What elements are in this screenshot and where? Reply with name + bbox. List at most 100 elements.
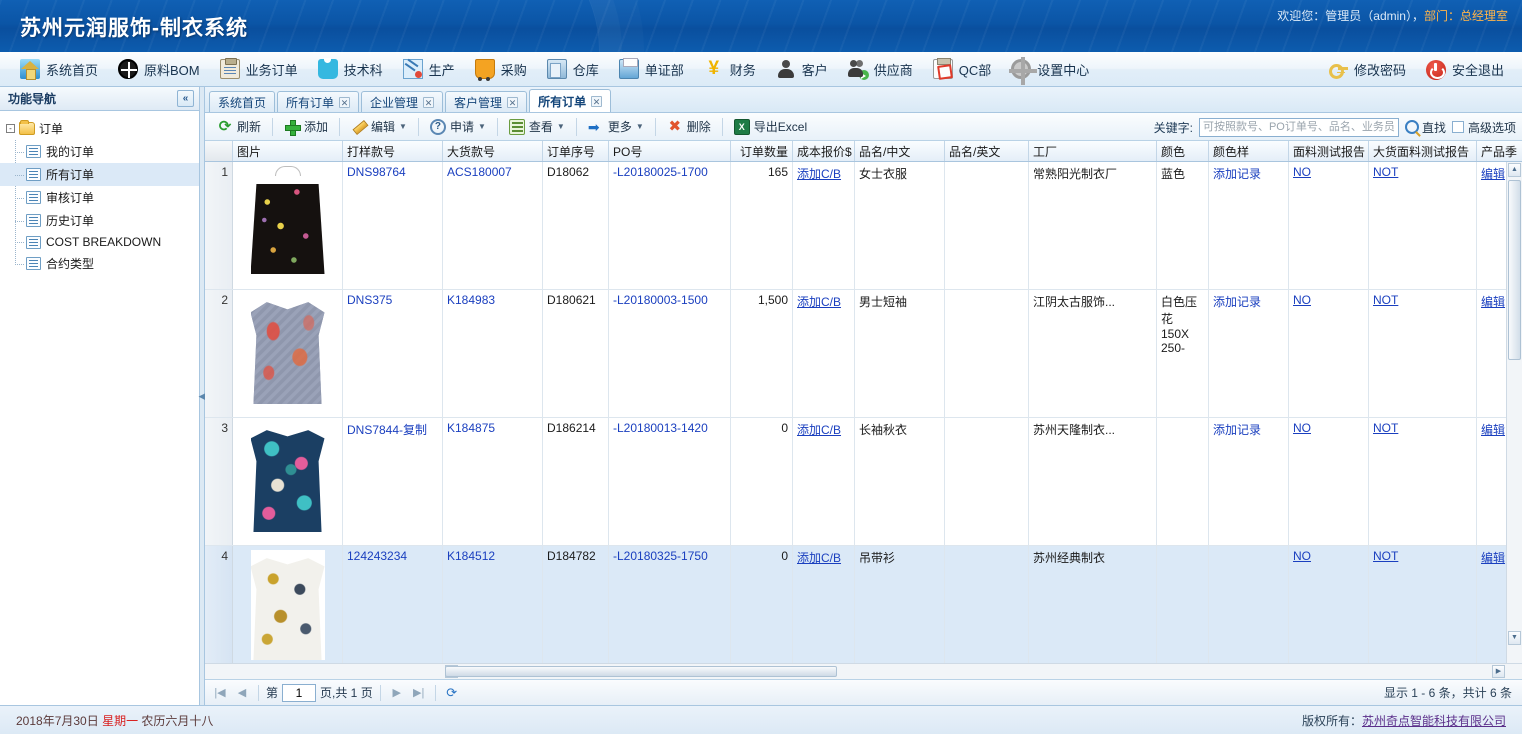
fabric-test-link[interactable]: NO	[1293, 165, 1311, 179]
sidebar-item-history-orders[interactable]: 历史订单	[0, 209, 199, 232]
bulk-no-link[interactable]: K184875	[447, 421, 495, 435]
po-no-link[interactable]: -L20180013-1420	[613, 421, 708, 435]
reload-grid-button[interactable]: ⟳	[443, 684, 461, 702]
export-excel-button[interactable]: X 导出Excel	[726, 115, 815, 139]
last-page-button[interactable]: ▶|	[410, 684, 428, 702]
vertical-scroll-thumb[interactable]	[1508, 180, 1521, 360]
prev-page-button[interactable]: ◀	[233, 684, 251, 702]
advanced-options-toggle[interactable]: 高级选项	[1451, 119, 1516, 136]
menu-item-business-order[interactable]: 业务订单	[210, 53, 308, 86]
menu-item-qc[interactable]: QC部	[923, 53, 1002, 86]
copyright-company-link[interactable]: 苏州奇点智能科技有限公司	[1362, 714, 1506, 728]
more-button[interactable]: ➡ 更多 ▼	[580, 115, 652, 139]
column-header-color[interactable]: 颜色	[1157, 141, 1209, 161]
table-row[interactable]: 3 DNS7844-复制 K184875 D186214 -L20180013-…	[205, 418, 1522, 546]
fabric-test-link[interactable]: NO	[1293, 549, 1311, 563]
add-button[interactable]: 添加	[276, 115, 336, 139]
menu-item-bom[interactable]: 原料BOM	[108, 53, 210, 86]
horizontal-scroll-thumb[interactable]	[445, 666, 837, 677]
add-cost-breakdown-link[interactable]: 添加C/B	[797, 551, 841, 565]
apply-button[interactable]: ? 申请 ▼	[422, 115, 494, 139]
column-header-name-en[interactable]: 品名/英文	[945, 141, 1029, 161]
sample-no-link[interactable]: DNS7844-复制	[347, 423, 427, 437]
table-row[interactable]: 4 124243234 K184512 D184782 -L20180325-1…	[205, 546, 1522, 663]
menu-item-purchase[interactable]: 采购	[465, 53, 537, 86]
grid-horizontal-scrollbar[interactable]: ◀ ▶	[205, 663, 1522, 679]
first-page-button[interactable]: |◀	[211, 684, 229, 702]
sidebar-item-contract-type[interactable]: 合约类型	[0, 252, 199, 275]
season-edit-link[interactable]: 编辑	[1481, 167, 1505, 181]
tab-all-orders-1[interactable]: 所有订单 ✕	[277, 91, 360, 112]
tree-toggle-icon[interactable]: -	[6, 124, 15, 133]
tab-enterprise-management[interactable]: 企业管理 ✕	[361, 91, 444, 112]
menu-item-production[interactable]: 生产	[393, 53, 465, 86]
logout-button[interactable]: 安全退出	[1416, 53, 1514, 86]
table-row[interactable]: 2 DNS375 K184983 D180621 -L20180003-1500…	[205, 290, 1522, 418]
sidebar-item-all-orders[interactable]: 所有订单	[0, 163, 199, 186]
close-icon[interactable]: ✕	[339, 96, 351, 108]
column-header-order-seq[interactable]: 订单序号	[543, 141, 609, 161]
refresh-button[interactable]: ⟳ 刷新	[209, 115, 269, 139]
menu-item-customer[interactable]: 客户	[766, 53, 838, 86]
close-icon[interactable]: ✕	[591, 95, 603, 107]
column-header-bulk-no[interactable]: 大货款号	[443, 141, 543, 161]
sidebar-item-cost-breakdown[interactable]: COST BREAKDOWN	[0, 232, 199, 252]
add-color-sample-link[interactable]: 添加记录	[1213, 423, 1261, 437]
column-header-fabric-test[interactable]: 面料测试报告	[1289, 141, 1369, 161]
sample-no-link[interactable]: 124243234	[347, 549, 407, 563]
add-color-sample-link[interactable]: 添加记录	[1213, 167, 1261, 181]
checkbox-icon[interactable]	[1451, 121, 1464, 133]
tab-customer-management[interactable]: 客户管理 ✕	[445, 91, 528, 112]
page-number-input[interactable]	[282, 683, 317, 702]
table-row[interactable]: 1 DNS98764 ACS180007 D18062 -L20180025-1…	[205, 162, 1522, 290]
bulk-fabric-test-link[interactable]: NOT	[1373, 293, 1398, 307]
menu-item-home[interactable]: 系统首页	[10, 53, 108, 86]
sample-no-link[interactable]: DNS375	[347, 293, 392, 307]
close-icon[interactable]: ✕	[507, 96, 519, 108]
sample-no-link[interactable]: DNS98764	[347, 165, 406, 179]
bulk-fabric-test-link[interactable]: NOT	[1373, 165, 1398, 179]
grid-vertical-scrollbar[interactable]: ▲ ▼	[1506, 162, 1522, 663]
tree-root-orders[interactable]: - 订单	[0, 117, 199, 140]
bulk-no-link[interactable]: K184983	[447, 293, 495, 307]
search-input[interactable]	[1198, 117, 1399, 137]
menu-item-warehouse[interactable]: 仓库	[537, 53, 609, 86]
tab-system-home[interactable]: 系统首页	[209, 91, 276, 112]
column-header-name-cn[interactable]: 品名/中文	[855, 141, 945, 161]
po-no-link[interactable]: -L20180325-1750	[613, 549, 708, 563]
fabric-test-link[interactable]: NO	[1293, 293, 1311, 307]
column-header-image[interactable]: 图片	[233, 141, 343, 161]
menu-item-technical[interactable]: 技术科	[308, 53, 393, 86]
season-edit-link[interactable]: 编辑	[1481, 295, 1505, 309]
column-header-color-sample[interactable]: 颜色样	[1209, 141, 1289, 161]
po-no-link[interactable]: -L20180025-1700	[613, 165, 708, 179]
column-header-sample-no[interactable]: 打样款号	[343, 141, 443, 161]
collapse-sidebar-icon[interactable]: «	[177, 90, 194, 107]
search-button[interactable]: 直找	[1404, 119, 1446, 136]
sidebar-item-audit-orders[interactable]: 审核订单	[0, 186, 199, 209]
bulk-fabric-test-link[interactable]: NOT	[1373, 421, 1398, 435]
menu-item-finance[interactable]: ¥ 财务	[694, 53, 766, 86]
column-header-bulk-fabric-test[interactable]: 大货面料测试报告	[1369, 141, 1477, 161]
scroll-up-icon[interactable]: ▲	[1508, 163, 1521, 177]
bulk-fabric-test-link[interactable]: NOT	[1373, 549, 1398, 563]
add-color-sample-link[interactable]: 添加记录	[1213, 295, 1261, 309]
bulk-no-link[interactable]: ACS180007	[447, 165, 512, 179]
next-page-button[interactable]: ▶	[388, 684, 406, 702]
menu-item-settings[interactable]: 设置中心	[1001, 53, 1099, 86]
sidebar-item-my-orders[interactable]: 我的订单	[0, 140, 199, 163]
menu-item-supplier[interactable]: 供应商	[838, 53, 923, 86]
add-cost-breakdown-link[interactable]: 添加C/B	[797, 295, 841, 309]
close-icon[interactable]: ✕	[423, 96, 435, 108]
fabric-test-link[interactable]: NO	[1293, 421, 1311, 435]
add-cost-breakdown-link[interactable]: 添加C/B	[797, 167, 841, 181]
scroll-down-icon[interactable]: ▼	[1508, 631, 1521, 645]
column-header-season[interactable]: 产品季	[1477, 141, 1522, 161]
edit-button[interactable]: 编辑 ▼	[343, 115, 415, 139]
po-no-link[interactable]: -L20180003-1500	[613, 293, 708, 307]
bulk-no-link[interactable]: K184512	[447, 549, 495, 563]
delete-button[interactable]: ✖ 删除	[659, 115, 719, 139]
menu-item-documents[interactable]: 单证部	[609, 53, 694, 86]
column-header-factory[interactable]: 工厂	[1029, 141, 1157, 161]
change-password-button[interactable]: 修改密码	[1318, 53, 1416, 86]
